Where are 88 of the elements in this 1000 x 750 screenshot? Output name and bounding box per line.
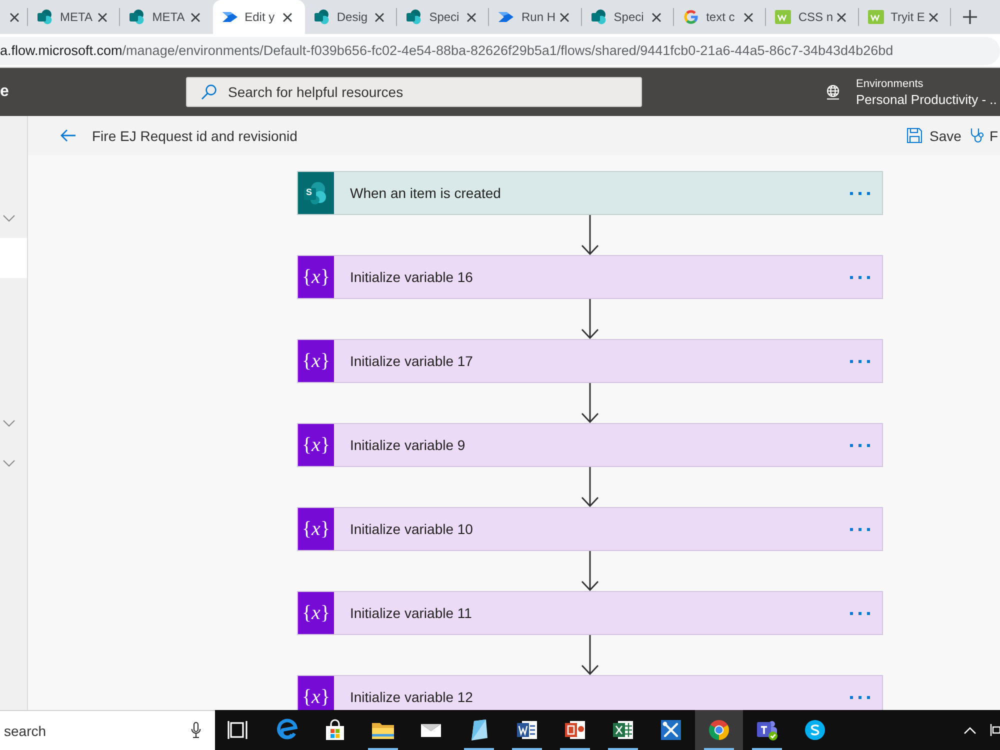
more-icon[interactable]: [850, 612, 870, 614]
close-icon[interactable]: [10, 12, 19, 22]
down-arrow: [580, 215, 600, 255]
close-icon[interactable]: [928, 12, 938, 22]
browser-tab[interactable]: META: [28, 0, 120, 34]
app-title: e: [0, 83, 9, 101]
logo-icon: [406, 9, 422, 25]
close-icon[interactable]: [282, 12, 292, 22]
close-icon[interactable]: [467, 12, 476, 22]
browser-tab[interactable]: Speci: [582, 0, 674, 34]
variable-icon: {x}: [298, 508, 334, 550]
down-arrow: [580, 299, 600, 339]
browser-tab[interactable]: Speci: [397, 0, 490, 34]
flow-step-card[interactable]: S When an item is created: [297, 171, 883, 215]
flow-title: Fire EJ Request id and revisionid: [92, 128, 298, 144]
slides-icon: [563, 718, 587, 742]
browser-tab[interactable]: Tryit E: [858, 0, 951, 34]
close-icon[interactable]: [375, 12, 384, 22]
chat-bubble-icon: [803, 718, 827, 742]
globe-icon: [825, 84, 841, 100]
more-icon[interactable]: [850, 276, 870, 278]
close-icon[interactable]: [98, 12, 108, 22]
browser-tab[interactable]: Run H: [489, 0, 582, 34]
back-arrow-icon[interactable]: [60, 129, 76, 142]
caret-up-icon[interactable]: [964, 726, 976, 734]
search-field[interactable]: Search for helpful resources: [186, 77, 642, 107]
variable-icon: {x}: [298, 256, 334, 298]
search-icon: [201, 84, 217, 100]
address-field[interactable]: a.flow.microsoft.com/manage/environments/Default-f039b656-fc02-4e54-88ba-82626f29b5a1/flows/shared/9441fcb0-21a6-44a5-86c7-34b43d4b26bd: [0, 36, 1000, 64]
variable-icon: {x}: [298, 676, 334, 710]
flow-step-card[interactable]: {x} Initialize variable 10: [297, 507, 883, 551]
logo-icon: [775, 9, 792, 25]
browser-tab[interactable]: Edit y: [212, 0, 305, 34]
close-icon[interactable]: [652, 12, 662, 22]
swirl-browser-icon: [275, 718, 299, 742]
logo-icon: [37, 9, 53, 25]
flow-step-card[interactable]: {x} Initialize variable 16: [297, 255, 883, 299]
more-icon[interactable]: [850, 696, 870, 698]
down-arrow: [580, 467, 600, 507]
logo-icon: [129, 9, 146, 25]
spreadsheet-icon: [611, 718, 635, 742]
chevron-logo-icon: [498, 9, 514, 25]
down-arrow: [580, 551, 600, 591]
variable-icon: {x}: [298, 592, 334, 634]
flow-step-card[interactable]: {x} Initialize variable 17: [297, 339, 883, 383]
more-icon[interactable]: [850, 444, 870, 446]
document-icon: [515, 718, 539, 742]
environment-label: Environments: [856, 76, 924, 90]
logo-icon: [868, 9, 884, 25]
stethoscope-icon: [970, 128, 986, 143]
flow-step-card[interactable]: {x} Initialize variable 9: [297, 423, 883, 467]
microphone-icon[interactable]: [191, 722, 201, 738]
tray-icon[interactable]: [990, 722, 1000, 738]
logo-icon: [590, 9, 607, 25]
browser-tab[interactable]: CSS n: [766, 0, 859, 34]
plus-icon[interactable]: [962, 10, 977, 24]
variable-icon: {x}: [298, 340, 334, 382]
logo-icon: [314, 9, 330, 25]
browser-tab[interactable]: META: [120, 0, 213, 34]
taskbar-button[interactable]: [695, 710, 743, 750]
chevron-down-icon[interactable]: [3, 214, 15, 222]
environment-picker[interactable]: Personal Productivity - ..: [856, 90, 997, 108]
logo-icon: S: [298, 172, 334, 214]
chevron-logo-icon: [222, 9, 238, 25]
close-icon[interactable]: [744, 12, 754, 22]
checker-button[interactable]: F: [970, 128, 998, 144]
close-icon[interactable]: [560, 12, 569, 22]
team-chat-icon: [755, 718, 779, 742]
variable-icon: {x}: [298, 424, 334, 466]
round-browser-icon: [707, 718, 731, 742]
down-arrow: [580, 383, 600, 423]
browser-tab[interactable]: text c: [674, 0, 766, 34]
more-icon[interactable]: [850, 528, 870, 530]
close-icon[interactable]: [190, 12, 200, 22]
search-field[interactable]: search: [0, 710, 215, 750]
chevron-down-icon[interactable]: [3, 460, 15, 466]
down-arrow: [580, 635, 600, 675]
more-icon[interactable]: [850, 360, 870, 362]
flow-step-card[interactable]: {x} Initialize variable 11: [297, 591, 883, 635]
tools-icon: [659, 718, 683, 742]
google-logo-icon: [683, 9, 700, 25]
shopping-bag-icon: [323, 718, 347, 742]
close-icon[interactable]: [836, 12, 846, 22]
more-icon[interactable]: [850, 192, 870, 194]
save-button[interactable]: Save: [906, 128, 962, 144]
flow-step-card[interactable]: {x} Initialize variable 12: [297, 675, 883, 710]
chevron-down-icon[interactable]: [3, 420, 15, 426]
browser-tab[interactable]: Desig: [304, 0, 398, 34]
